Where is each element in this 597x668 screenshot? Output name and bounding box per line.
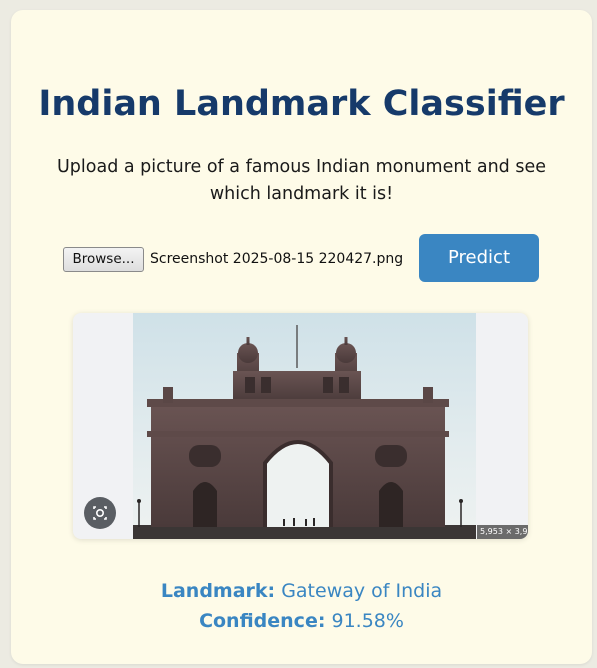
confidence-label: Confidence:	[199, 610, 326, 632]
image-search-lens-icon[interactable]	[84, 497, 116, 529]
selected-filename: Screenshot 2025-08-15 220427.png	[150, 251, 404, 267]
upload-row: Browse... Screenshot 2025-08-15 220427.p…	[11, 234, 592, 282]
confidence-value: 91.58%	[331, 610, 404, 632]
browse-button[interactable]: Browse...	[63, 247, 144, 272]
landmark-label: Landmark:	[160, 580, 276, 602]
confidence-line: Confidence: 91.58%	[11, 606, 592, 636]
page-subtitle: Upload a picture of a famous Indian monu…	[57, 157, 546, 204]
prediction-result: Landmark: Gateway of India Confidence: 9…	[11, 576, 592, 636]
page-title: Indian Landmark Classifier	[38, 84, 565, 124]
image-dimensions-badge: 5,953 × 3,9	[477, 525, 528, 539]
landmark-photo	[133, 313, 476, 539]
landmark-value: Gateway of India	[281, 580, 443, 602]
main-card: Indian Landmark Classifier Upload a pict…	[11, 10, 592, 664]
landmark-line: Landmark: Gateway of India	[11, 576, 592, 606]
image-preview: 5,953 × 3,9	[73, 313, 528, 539]
predict-button[interactable]: Predict	[419, 234, 539, 282]
